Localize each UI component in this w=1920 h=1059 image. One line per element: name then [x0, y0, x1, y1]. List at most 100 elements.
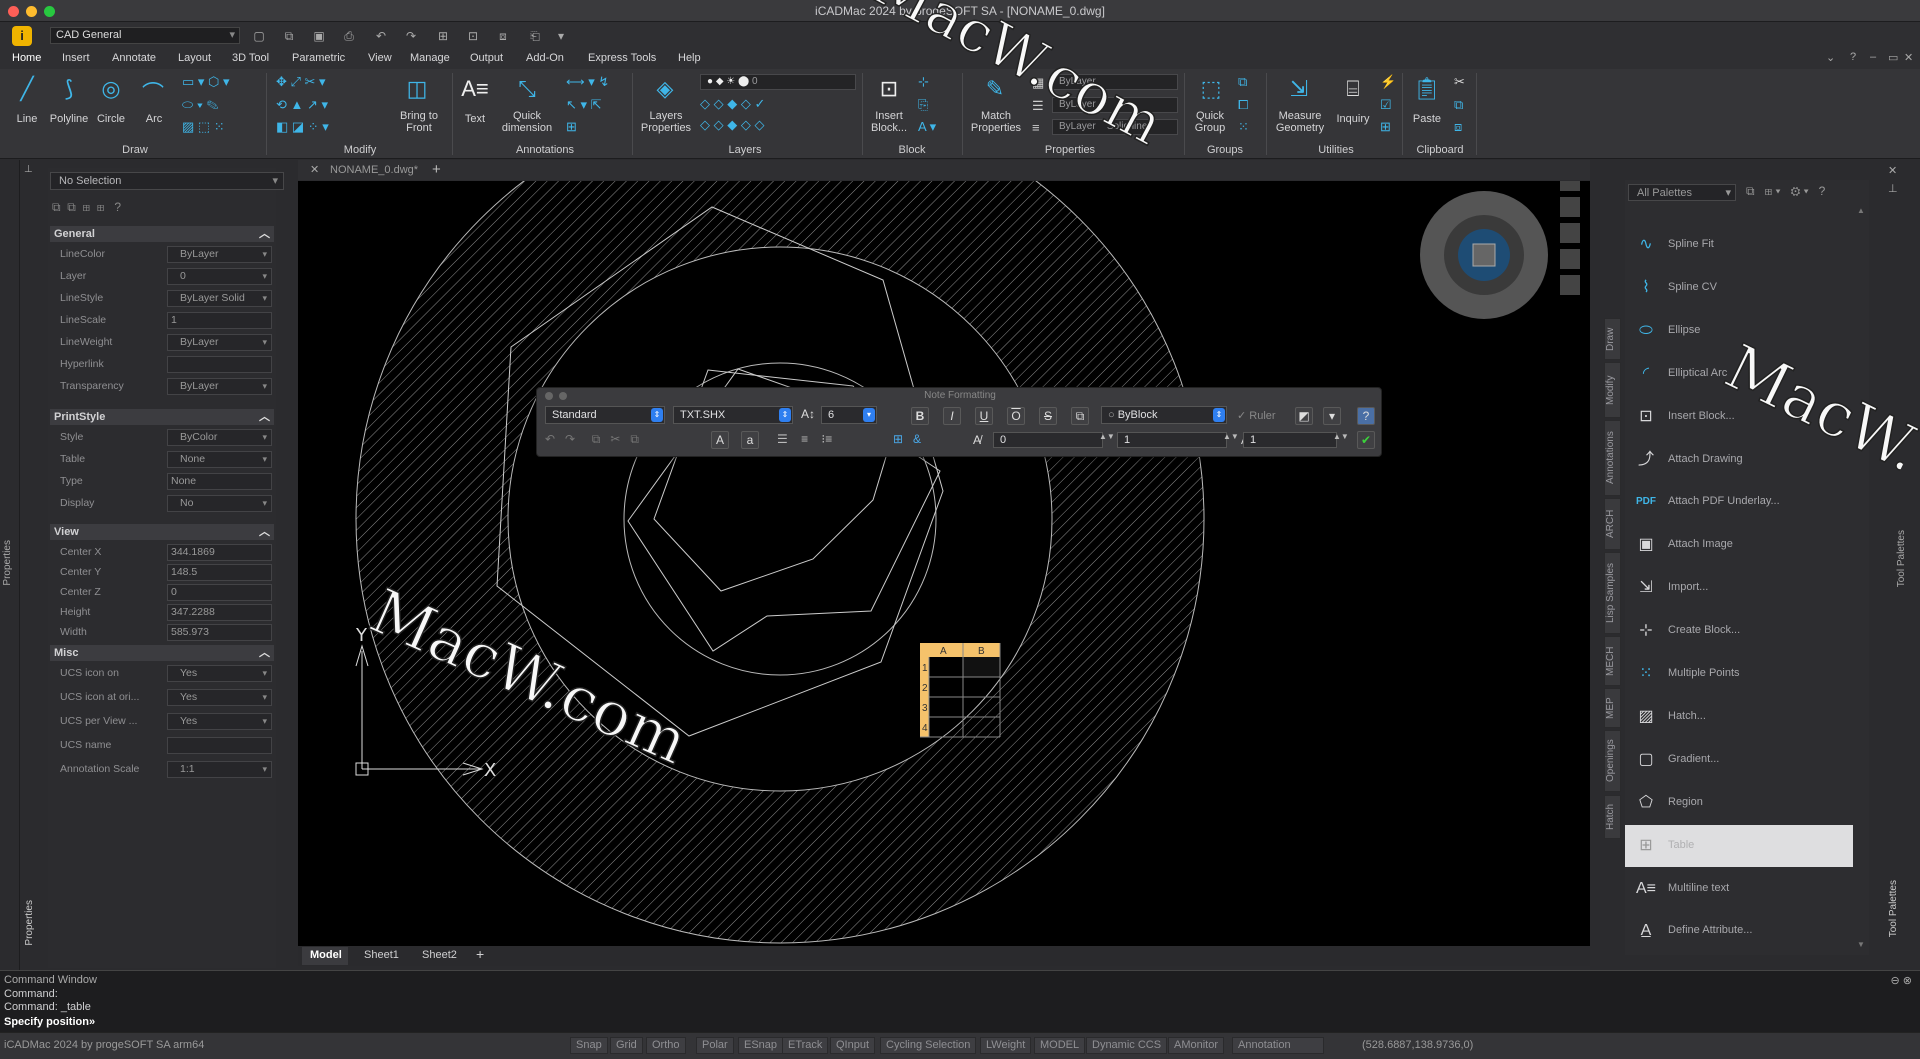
- spline-icon[interactable]: ⬭ ▾ ✎: [182, 97, 219, 113]
- palette-scroll-down[interactable]: ▼: [1857, 940, 1865, 949]
- prop-value[interactable]: Yes: [167, 713, 272, 730]
- menu-tab-annotate[interactable]: Annotate: [112, 52, 156, 64]
- status-toggle-dynamic-ccs[interactable]: Dynamic CCS: [1086, 1037, 1168, 1054]
- add-doc-tab-icon[interactable]: +: [432, 161, 441, 178]
- layer-select[interactable]: ● ◆ ☀ ⬤ 0: [700, 74, 856, 90]
- menu-tab-add-on[interactable]: Add-On: [526, 52, 564, 64]
- status-toggle-model[interactable]: MODEL: [1034, 1037, 1086, 1054]
- prop-value[interactable]: No: [167, 495, 272, 512]
- underline-button[interactable]: U: [975, 407, 993, 425]
- ruler-checkbox[interactable]: ✓ Ruler: [1237, 409, 1276, 422]
- restore-doc-icon[interactable]: ▭: [1888, 51, 1898, 64]
- circle-icon[interactable]: ◎: [96, 76, 126, 102]
- palette-tab-lisp-samples[interactable]: Lisp Samples: [1604, 552, 1621, 634]
- command-prompt[interactable]: Specify position»: [4, 1016, 95, 1028]
- minimize-doc-icon[interactable]: –: [1870, 51, 1876, 63]
- prop-value[interactable]: ByColor: [167, 429, 272, 446]
- status-toggle-esnap[interactable]: ESnap: [738, 1037, 784, 1054]
- bring-to-front-icon[interactable]: ◫: [402, 76, 432, 102]
- measure-geometry-icon[interactable]: ⇲: [1284, 76, 1314, 102]
- menu-tab-view[interactable]: View: [368, 52, 392, 64]
- copy-base-icon[interactable]: ⧈: [1454, 119, 1462, 135]
- palette-item-hatch[interactable]: ▨ Hatch...: [1625, 696, 1853, 738]
- menu-tab-home[interactable]: Home: [12, 52, 41, 64]
- doc-tab[interactable]: NONAME_0.dwg*: [330, 164, 418, 176]
- text-style-select[interactable]: Standard ⇕: [545, 406, 665, 424]
- properties-toolbar-icons[interactable]: ⧉ ⧉ ⊞ ⊞ ?: [52, 200, 121, 215]
- quick-group-icon[interactable]: ⬚: [1196, 76, 1226, 102]
- prop-value[interactable]: ByLayer Solid: [167, 290, 272, 307]
- block-define-icon[interactable]: A ▾: [918, 119, 936, 135]
- palette-item-define-attribute[interactable]: A̲ Define Attribute...: [1625, 910, 1853, 952]
- undo-icon[interactable]: ↶: [372, 27, 390, 45]
- palette-tab-draw[interactable]: Draw: [1604, 318, 1621, 360]
- status-toggle-snap[interactable]: Snap: [570, 1037, 608, 1054]
- ribbon-collapse-icon[interactable]: ⌄: [1826, 51, 1835, 64]
- prop-value[interactable]: None: [167, 473, 272, 490]
- status-toggle-etrack[interactable]: ETrack: [782, 1037, 829, 1054]
- paste-icon[interactable]: 📋︎: [1412, 76, 1442, 102]
- insert-field-icons[interactable]: ⊞ &: [893, 432, 921, 446]
- copy-icon[interactable]: ⧈: [494, 27, 512, 45]
- rectangle-icon[interactable]: ▭ ▾ ⬡ ▾: [182, 74, 230, 90]
- command-window[interactable]: Command Window ⊖ ⊗ Command: Command: _ta…: [0, 970, 1920, 1032]
- palette-scroll-up[interactable]: ▲: [1857, 206, 1865, 215]
- sheet2-tab[interactable]: Sheet2: [422, 949, 457, 961]
- redo-icon[interactable]: ↷: [402, 27, 420, 45]
- section-misc[interactable]: Misc ︿: [50, 645, 274, 661]
- tool-palettes-strip-label[interactable]: Tool Palettes: [1896, 530, 1907, 587]
- prop-value[interactable]: 148.5: [167, 564, 272, 581]
- menu-tab-express-tools[interactable]: Express Tools: [588, 52, 656, 64]
- status-toggle-lweight[interactable]: LWeight: [980, 1037, 1032, 1054]
- layer-tools2-icon[interactable]: ◇ ◇ ◆ ◇ ◇: [700, 117, 764, 133]
- menu-tab-3d-tool[interactable]: 3D Tool: [232, 52, 269, 64]
- font-select[interactable]: TXT.SHX ⇕: [673, 406, 793, 424]
- publish-icon[interactable]: ⊡: [464, 27, 482, 45]
- palette-tab-annotations[interactable]: Annotations: [1604, 420, 1621, 496]
- prop-value[interactable]: [167, 737, 272, 754]
- properties-strip-label[interactable]: Properties: [24, 900, 35, 946]
- prop-value[interactable]: 347.2288: [167, 604, 272, 621]
- block-attr-icon[interactable]: ⎘: [918, 97, 928, 113]
- palette-tab-mep[interactable]: MEP: [1604, 688, 1621, 728]
- hatch-ring[interactable]: [298, 181, 1590, 946]
- section-printstyle[interactable]: PrintStyle ︿: [50, 409, 274, 425]
- prop-value[interactable]: ByLayer: [167, 334, 272, 351]
- prop-value[interactable]: 0: [167, 584, 272, 601]
- polyline-icon[interactable]: ⟆: [54, 76, 84, 102]
- quick-select-icon[interactable]: ⊞: [1380, 119, 1391, 135]
- collapse-chevron-icon[interactable]: ︿: [259, 645, 270, 661]
- ok-button[interactable]: ✔: [1357, 431, 1375, 449]
- line-icon[interactable]: ╱: [12, 76, 42, 102]
- palette-toolbar-icons[interactable]: ⧉ ⊞ ▾ ⚙ ▾ ?: [1746, 184, 1825, 199]
- rotate-icon[interactable]: ⟲ ▲ ↗ ▾: [276, 97, 328, 113]
- collapse-chevron-icon[interactable]: ︿: [259, 409, 270, 425]
- block-edit-icon[interactable]: ⊹: [918, 74, 929, 90]
- group-edit-icon[interactable]: ⧉: [1238, 74, 1247, 90]
- text-color-select[interactable]: ○ ByBlock ⇕: [1101, 406, 1227, 424]
- menu-tab-layout[interactable]: Layout: [178, 52, 211, 64]
- status-toggle-cycling-selection[interactable]: Cycling Selection: [880, 1037, 977, 1054]
- palette-item-import[interactable]: ⇲ Import...: [1625, 567, 1853, 609]
- palette-item-gradient[interactable]: ▢ Gradient...: [1625, 739, 1853, 781]
- paste-button[interactable]: Paste: [1406, 113, 1448, 125]
- command-window-controls[interactable]: ⊖ ⊗: [1891, 974, 1913, 987]
- palette-tab-modify[interactable]: Modify: [1604, 362, 1621, 418]
- palette-tab-hatch[interactable]: Hatch: [1604, 795, 1621, 839]
- polyline-button[interactable]: Polyline: [45, 113, 93, 125]
- collapse-chevron-icon[interactable]: ︿: [259, 524, 270, 540]
- status-toggle-amonitor[interactable]: AMonitor: [1168, 1037, 1225, 1054]
- bring-to-front-button[interactable]: Bring to Front: [392, 110, 446, 134]
- group-select-icon[interactable]: ⧠: [1238, 97, 1248, 113]
- palette-item-create-block[interactable]: ⊹ Create Block...: [1625, 610, 1853, 652]
- overline-button[interactable]: O: [1007, 407, 1025, 425]
- italic-button[interactable]: I: [943, 407, 961, 425]
- palette-tab-arch[interactable]: ARCH: [1604, 498, 1621, 550]
- workspace-select[interactable]: CAD General ▾: [50, 27, 240, 44]
- strikethrough-button[interactable]: S: [1039, 407, 1057, 425]
- plot-icon[interactable]: ⎗: [526, 27, 544, 45]
- insert-block-icon[interactable]: ⊡: [874, 76, 904, 102]
- text-height-select[interactable]: 6 ▾: [821, 406, 877, 424]
- match-icon[interactable]: ⊞: [434, 27, 452, 45]
- select-all-icon[interactable]: ☑: [1380, 97, 1392, 113]
